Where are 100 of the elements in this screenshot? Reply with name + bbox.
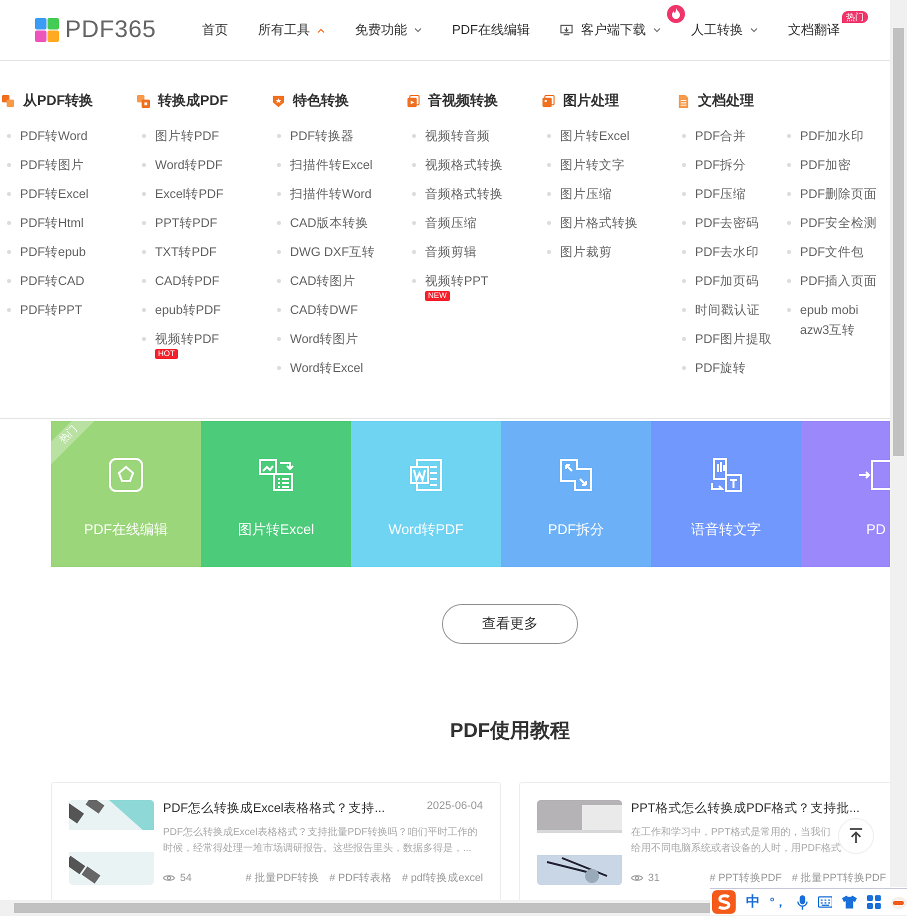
- tool-link[interactable]: PDF转换器: [290, 126, 354, 146]
- tool-link[interactable]: PDF转Word: [20, 126, 88, 146]
- tool-link[interactable]: PDF图片提取: [695, 329, 772, 349]
- article-summary: PDF怎么转换成Excel表格格式？支持批量PDF转换吗？咱们平时工作的 时候，经常得处理一堆市场调研报告。这些报告里头，数据多得是，...: [163, 826, 478, 856]
- tool-link[interactable]: TXT转PDF: [155, 242, 217, 262]
- category-heading: 图片处理: [563, 92, 619, 110]
- article-title[interactable]: PPT格式怎么转换成PDF格式？支持批...: [631, 800, 860, 817]
- tool-link[interactable]: PDF插入页面: [800, 271, 877, 291]
- tool-link[interactable]: PDF压缩: [695, 184, 746, 204]
- tool-link[interactable]: PDF转Html: [20, 213, 84, 233]
- tool-link[interactable]: Word转Excel: [290, 358, 364, 378]
- shirt-icon[interactable]: [842, 895, 858, 909]
- nav-link[interactable]: PDF在线编辑: [452, 21, 530, 39]
- eye-icon: [163, 874, 175, 882]
- section-icon: [272, 94, 285, 108]
- tool-link[interactable]: DWG DXF互转: [290, 242, 376, 262]
- monitor-icon: [560, 24, 573, 36]
- tool-link[interactable]: PDF安全检测: [800, 213, 877, 233]
- tool-link[interactable]: 图片裁剪: [560, 242, 612, 262]
- tile-icon: [708, 457, 744, 493]
- caret-down-icon: [750, 28, 758, 32]
- tool-link[interactable]: CAD转DWF: [290, 300, 358, 320]
- category-heading: 从PDF转换: [23, 92, 93, 110]
- tool-link[interactable]: PDF旋转: [695, 358, 746, 378]
- article-summary: 在工作和学习中，PPT格式是常用的，当我们 给用不同电脑系统或者设备的人时，用PDF格式: [631, 826, 841, 856]
- tool-link[interactable]: PDF转Excel: [20, 184, 89, 204]
- logo-text[interactable]: PDF365: [65, 16, 156, 44]
- logo-icon: [35, 18, 59, 42]
- tool-link[interactable]: PDF转epub: [20, 242, 86, 262]
- view-count: 54: [180, 872, 192, 884]
- tool-link[interactable]: PDF拆分: [695, 155, 746, 175]
- tile-icon: [108, 457, 144, 493]
- vertical-scrollbar[interactable]: [890, 0, 907, 887]
- article-date: 2025-06-04: [426, 800, 483, 814]
- tool-link[interactable]: CAD版本转换: [290, 213, 368, 233]
- hot-badge: 热门: [842, 11, 868, 23]
- nav-link[interactable]: 所有工具: [258, 21, 325, 39]
- caret-down-icon: [653, 28, 661, 32]
- tag-link[interactable]: # 批量PPT转换PDF: [792, 871, 886, 885]
- tool-link[interactable]: PDF加密: [800, 155, 851, 175]
- tool-link[interactable]: 图片格式转换: [560, 213, 638, 233]
- tool-link[interactable]: PDF转PPT: [20, 300, 82, 320]
- tile-icon: [858, 457, 890, 493]
- tool-link[interactable]: 视频格式转换: [425, 155, 503, 175]
- nav-link[interactable]: 首页: [202, 21, 228, 39]
- nav-link[interactable]: 免费功能: [355, 21, 422, 39]
- category-heading: 音视频转换: [428, 92, 498, 110]
- tool-link[interactable]: PDF文件包: [800, 242, 864, 262]
- tool-link[interactable]: PDF转图片: [20, 155, 84, 175]
- arrow-up-icon: [849, 828, 863, 844]
- tool-link[interactable]: PDF删除页面: [800, 184, 877, 204]
- microphone-icon[interactable]: [796, 894, 808, 910]
- article-title[interactable]: PDF怎么转换成Excel表格格式？支持...: [163, 800, 385, 817]
- tag-link[interactable]: # 批量PDF转换: [246, 871, 320, 885]
- tool-link[interactable]: PDF加页码: [695, 271, 759, 291]
- tool-link[interactable]: 时间戳认证: [695, 300, 760, 320]
- tool-link[interactable]: 视频转PDF: [155, 329, 219, 349]
- tool-link[interactable]: Word转PDF: [155, 155, 223, 175]
- tool-link[interactable]: 图片转PDF: [155, 126, 219, 146]
- tool-link[interactable]: PDF去密码: [695, 213, 759, 233]
- tool-link[interactable]: 音频剪辑: [425, 242, 477, 262]
- tool-link[interactable]: Excel转PDF: [155, 184, 224, 204]
- tool-link[interactable]: 图片压缩: [560, 184, 612, 204]
- category-heading: 特色转换: [293, 92, 349, 110]
- tool-link[interactable]: Word转图片: [290, 329, 359, 349]
- section-icon: [542, 94, 555, 108]
- view-more-button[interactable]: 查看更多: [442, 604, 578, 644]
- category-heading: 转换成PDF: [158, 92, 228, 110]
- caret-up-icon: [317, 28, 325, 32]
- tool-link[interactable]: PDF去水印: [695, 242, 759, 262]
- tool-link[interactable]: 图片转文字: [560, 155, 625, 175]
- sogou-logo-icon[interactable]: [712, 890, 736, 914]
- tool-link[interactable]: 视频转PPT: [425, 271, 488, 291]
- tool-link[interactable]: 音频格式转换: [425, 184, 503, 204]
- tool-link[interactable]: PDF加水印: [800, 126, 864, 146]
- section-icon: [677, 94, 690, 108]
- tool-link[interactable]: epub mobi azw3互转: [800, 300, 884, 340]
- grid-icon[interactable]: [867, 895, 882, 909]
- tool-link[interactable]: PDF合并: [695, 126, 746, 146]
- tool-link[interactable]: CAD转图片: [290, 271, 356, 291]
- category-heading: 文档处理: [698, 92, 754, 110]
- section-icon: [407, 94, 420, 108]
- eye-icon: [631, 874, 643, 882]
- tool-link[interactable]: 扫描件转Word: [290, 184, 372, 204]
- tool-link[interactable]: PPT转PDF: [155, 213, 218, 233]
- nav-link[interactable]: 客户端下载: [560, 21, 661, 39]
- tool-link[interactable]: CAD转PDF: [155, 271, 220, 291]
- view-count: 31: [648, 872, 660, 884]
- caret-down-icon: [414, 28, 422, 32]
- tile-icon: [558, 457, 594, 493]
- tool-link[interactable]: 音频压缩: [425, 213, 477, 233]
- tool-link[interactable]: 视频转音频: [425, 126, 490, 146]
- fire-icon: [667, 5, 685, 23]
- tool-link[interactable]: epub转PDF: [155, 300, 221, 320]
- tool-link[interactable]: PDF转CAD: [20, 271, 84, 291]
- nav-link[interactable]: 人工转换: [691, 21, 758, 39]
- tool-link[interactable]: 扫描件转Excel: [290, 155, 373, 175]
- tool-badge: HOT: [155, 349, 178, 359]
- tool-link[interactable]: 图片转Excel: [560, 126, 630, 146]
- keyboard-icon[interactable]: [818, 896, 832, 908]
